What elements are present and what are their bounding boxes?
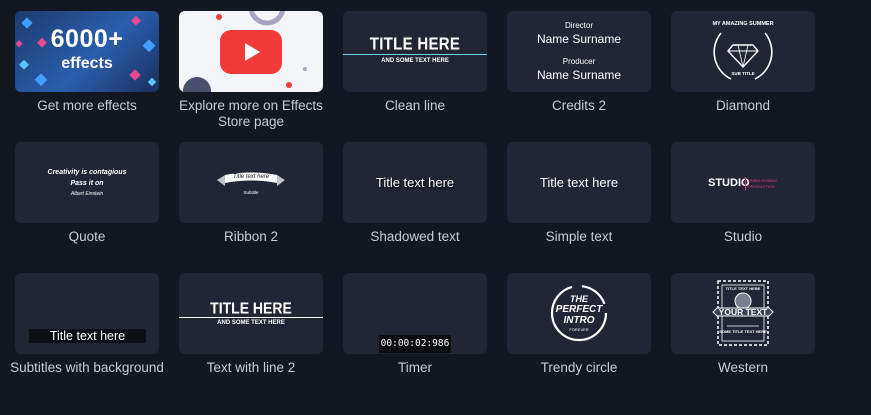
effects-store-thumbnail[interactable] [179,11,323,92]
trendy-circle-thumbnail[interactable]: THE PERFECT INTRO FOREVER [507,273,651,354]
white-line [179,317,323,318]
ribbon-title: Title text here [232,174,270,180]
tile-label: Subtitles with background [10,360,164,375]
promo-word: effects [61,55,113,72]
credit-role-1: Director [564,21,593,30]
trendy-line-3: INTRO [563,315,595,326]
diamond-top-text: MY AMAZING SUMMER [712,21,774,27]
tile-label: Western [717,360,769,375]
subtitles-thumbnail[interactable]: Title text here [15,273,159,354]
quote-thumbnail[interactable]: Creativity is contagious Pass it on Albe… [15,142,159,223]
preview-title: TITLE HERE [210,298,292,318]
studio-divider [745,177,746,190]
tile-label: Quote [68,229,106,244]
tile-label: Explore more on Effects Store page [179,98,323,129]
timer-readout: 00:00:02:986 [379,335,451,353]
promo-count: 6000+ [50,25,124,53]
get-more-effects-thumbnail[interactable]: 6000+ effects [15,11,159,92]
western-thumbnail[interactable]: TITLE TEXT HERE YOUR TEXT SOME TITLE TEX… [671,273,815,354]
credits-thumbnail[interactable]: Director Name Surname Producer Name Surn… [507,11,651,92]
studio-sub-2: PRODUCTION [748,184,775,189]
tile-label: Studio [723,229,763,244]
timer-thumbnail[interactable]: 00:00:02:986 [343,273,487,354]
trendy-line-4: FOREVER [569,327,589,332]
tile-label: Text with line 2 [206,360,296,375]
cyan-line [343,54,487,55]
youtube-play-icon [220,30,282,74]
diamond-bottom-text: SUB TITLE [731,71,755,76]
subtitle-bar: Title text here [29,329,146,343]
preview-text: Title text here [539,175,619,190]
tile-label: Diamond [715,98,771,113]
preview-subtitle: AND SOME TEXT HERE [381,58,449,64]
credit-name-2: Name Surname [536,68,622,82]
studio-main-text: STUDIO [708,177,750,189]
shadowed-text-thumbnail[interactable]: Title text here [343,142,487,223]
diamond-thumbnail[interactable]: MY AMAZING SUMMER SUB TITLE [671,11,815,92]
ribbon-banner-icon [217,172,285,186]
credit-role-2: Producer [562,57,596,66]
western-top: TITLE TEXT HERE [725,286,761,291]
tile-label: Ribbon 2 [223,229,279,244]
trendy-line-1: THE [570,294,588,304]
preview-text: Title text here [375,175,455,190]
tile-label: Shadowed text [370,229,460,244]
western-bottom: SOME TITLE TEXT HERE [719,329,767,334]
quote-author: Albert Einstein [70,191,104,197]
tile-label: Get more effects [37,98,137,113]
tile-label: Timer [398,360,432,375]
tile-label: Clean line [384,98,446,113]
credit-name-1: Name Surname [536,32,622,46]
preview-subtitle: AND SOME TEXT HERE [217,320,285,326]
text-line-thumbnail[interactable]: TITLE HERE AND SOME TEXT HERE [179,273,323,354]
tile-label: Credits 2 [551,98,607,113]
studio-sub-1: UNBELIEVABLE [748,178,778,183]
preview-title: TITLE HERE [369,34,461,55]
quote-line-2: Pass it on [70,180,104,187]
tile-label: Simple text [545,229,613,244]
clean-line-thumbnail[interactable]: TITLE HERE AND SOME TEXT HERE [343,11,487,92]
ribbon-thumbnail[interactable]: Title text here Subtitle [179,142,323,223]
ribbon-subtitle: Subtitle [243,190,259,195]
studio-thumbnail[interactable]: STUDIO UNBELIEVABLE PRODUCTION [671,142,815,223]
tile-label: Trendy circle [540,360,618,375]
trendy-line-2: PERFECT [555,304,603,315]
simple-text-thumbnail[interactable]: Title text here [507,142,651,223]
quote-line-1: Creativity is contagious [47,169,127,176]
western-main: YOUR TEXT [718,307,768,317]
